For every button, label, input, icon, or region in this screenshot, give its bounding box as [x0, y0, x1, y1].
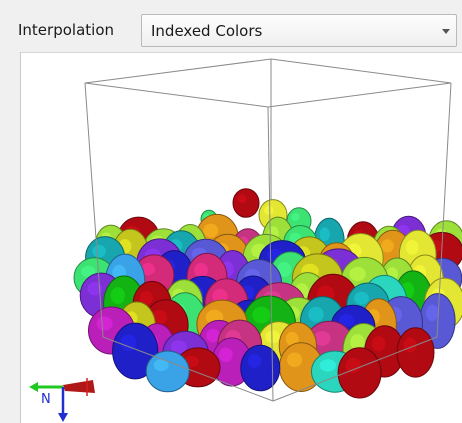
triad-axis-label: N	[41, 392, 51, 407]
y-axis-arrow	[29, 382, 63, 392]
orientation-triad: N	[29, 378, 95, 422]
z-axis-arrow	[58, 387, 68, 422]
interpolation-label: Interpolation	[18, 21, 114, 39]
interpolation-dropdown[interactable]: Indexed Colors	[141, 14, 457, 47]
properties-toolbar: Interpolation Indexed Colors	[0, 0, 462, 52]
interpolation-value: Indexed Colors	[151, 22, 263, 40]
x-axis-arrow	[63, 378, 95, 396]
render-view[interactable]: N	[20, 52, 462, 423]
chevron-down-icon	[442, 29, 450, 34]
